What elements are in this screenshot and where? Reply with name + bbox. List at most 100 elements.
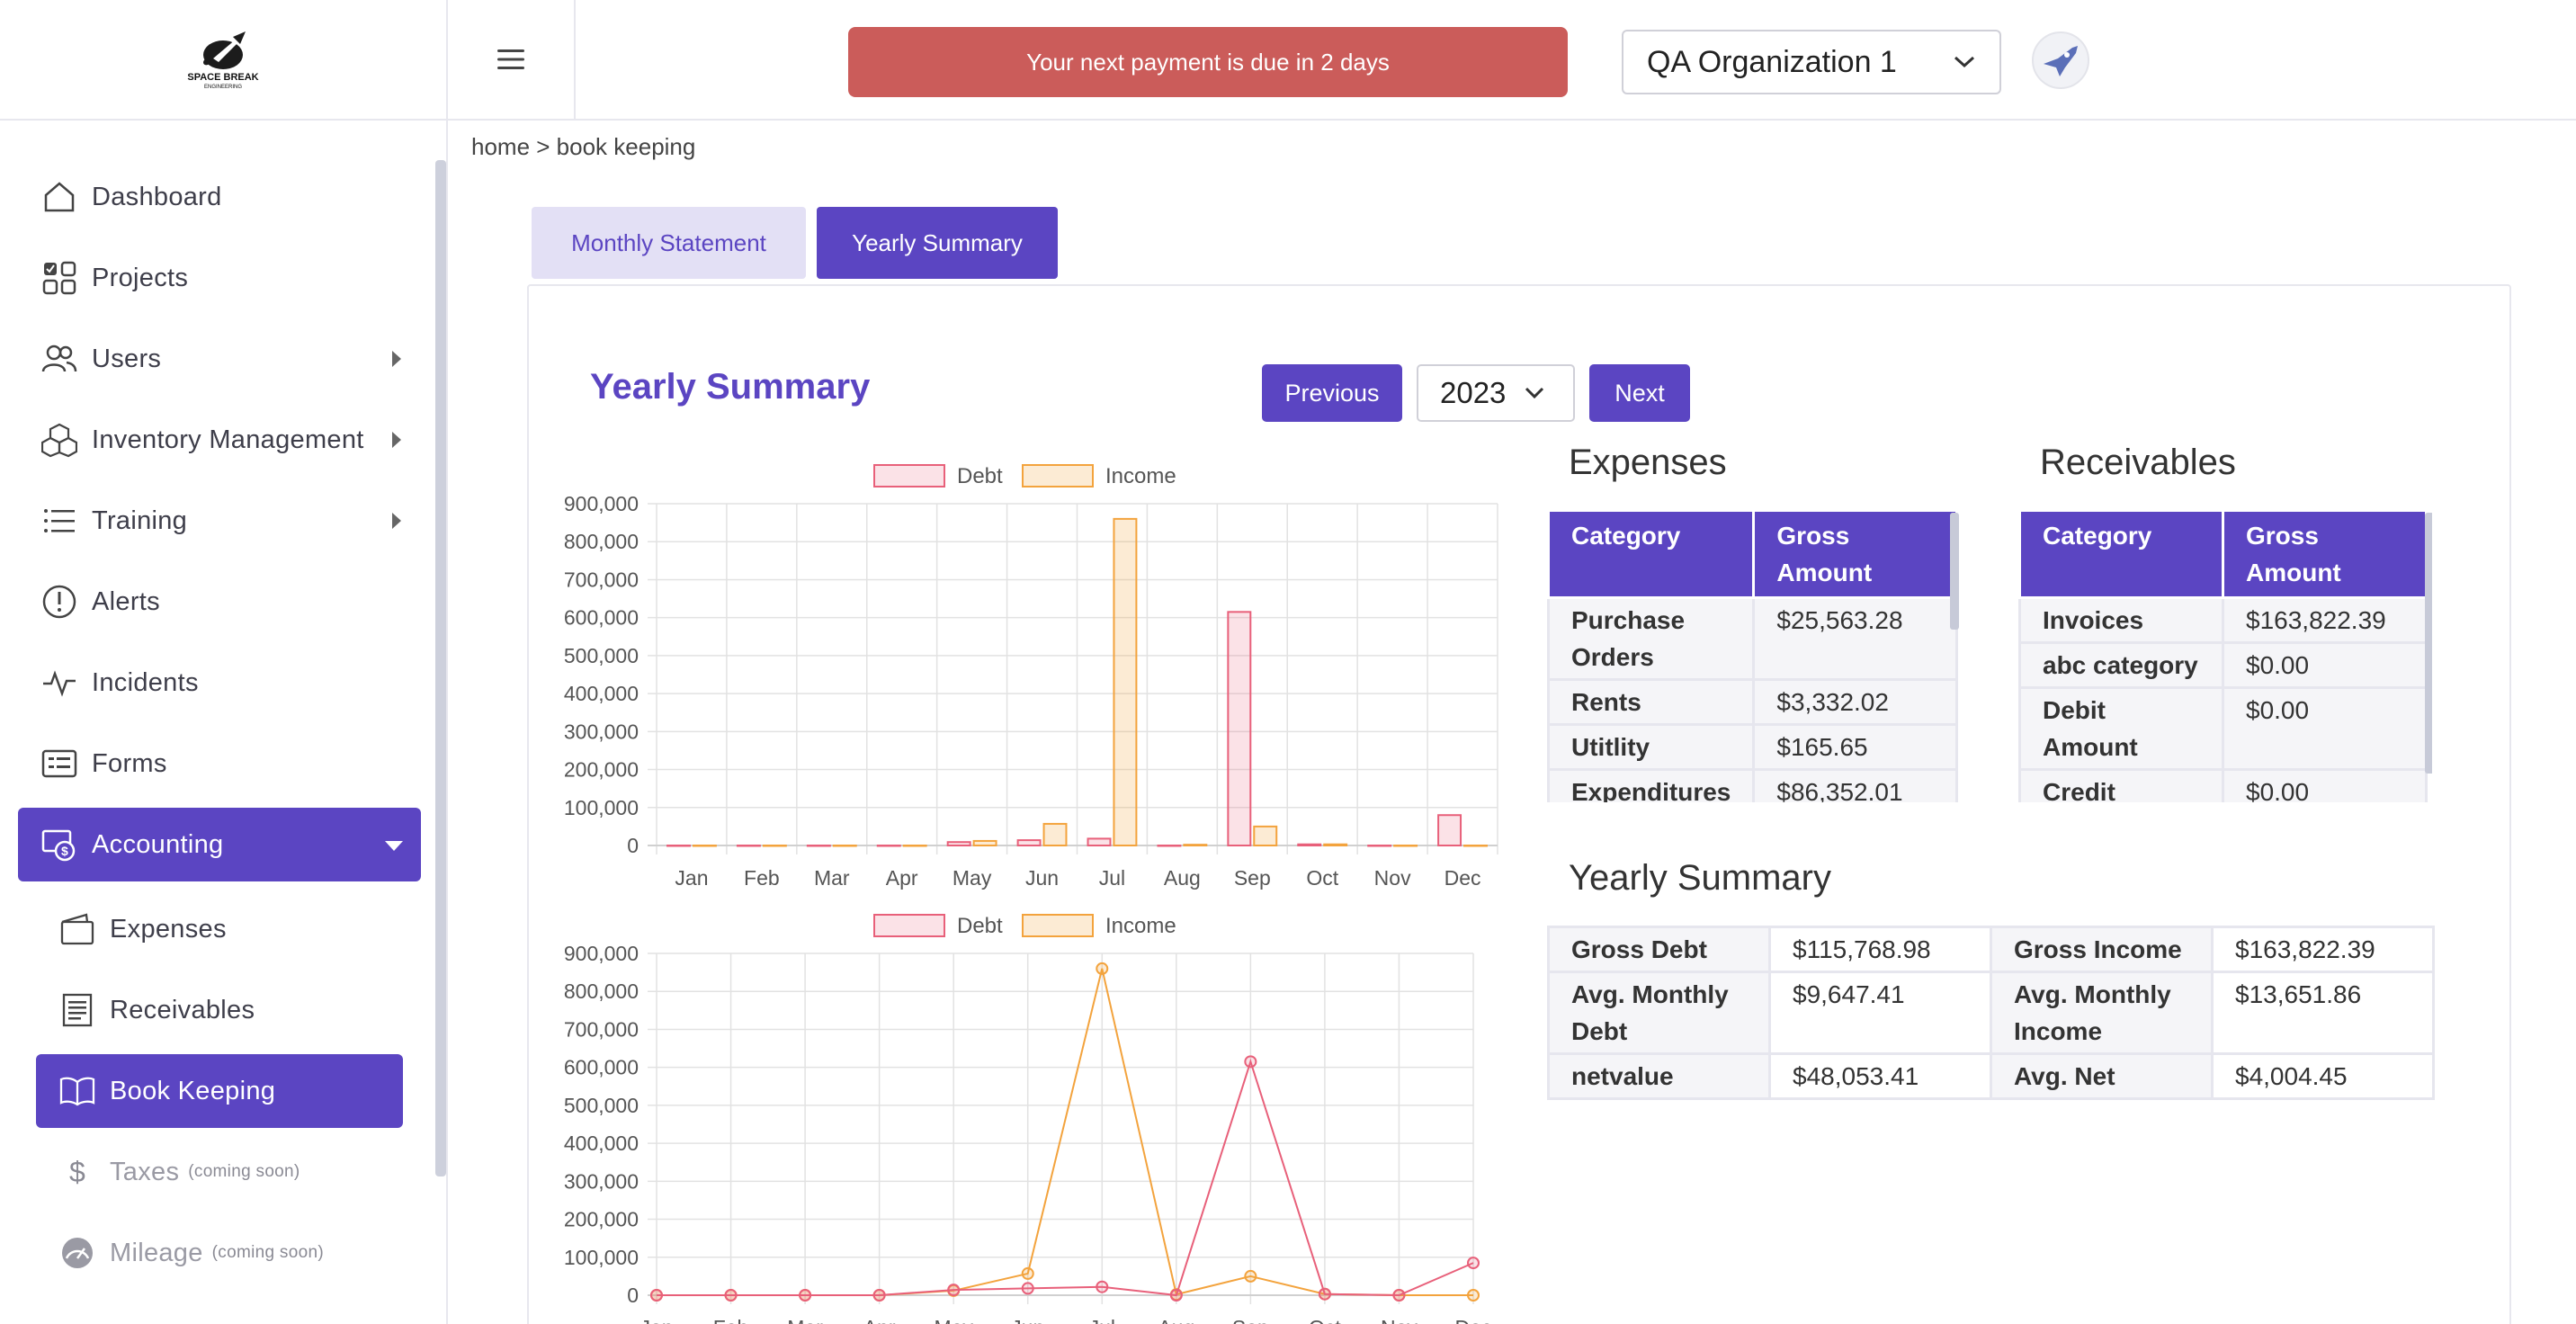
y-tick-label: 200,000 (564, 1208, 639, 1231)
x-tick-label: Jun (1011, 1316, 1044, 1324)
coming-soon-note: (coming soon) (211, 1243, 324, 1262)
bar (832, 845, 857, 847)
y-tick-label: 800,000 (564, 530, 639, 553)
table-cell: Utitlity (1547, 723, 1756, 771)
table-scrollbar[interactable] (2425, 513, 2432, 774)
sidebar-item-incidents[interactable]: Incidents (18, 646, 421, 720)
sidebar-scrollbar[interactable] (435, 160, 446, 1176)
sidebar-item-training[interactable]: Training (18, 484, 421, 558)
logo[interactable]: SPACE BREAK ENGINEERING (0, 0, 448, 121)
bar (1437, 814, 1462, 847)
data-point (1244, 1269, 1257, 1283)
table-cell: Gross Income (1990, 926, 2214, 973)
year-select-value: 2023 (1440, 376, 1507, 409)
y-tick-label: 800,000 (564, 980, 639, 1003)
table-cell: $3,332.02 (1752, 678, 1959, 726)
sidebar-item-label: Book Keeping (110, 1076, 276, 1105)
coming-soon-note: (coming soon) (188, 1162, 300, 1181)
sidebar-item-accounting[interactable]: $ Accounting (18, 808, 421, 881)
data-point (1169, 1289, 1183, 1302)
legend-swatch (1022, 464, 1094, 488)
organization-select-value: QA Organization 1 (1647, 44, 1897, 79)
chevron-down-icon (1954, 56, 1975, 68)
bar (806, 845, 831, 847)
x-tick-label: Jan (675, 866, 708, 890)
table-cell: Purchase Orders (1547, 596, 1756, 681)
user-avatar[interactable] (2032, 31, 2089, 89)
x-tick-label: Apr (863, 1316, 896, 1324)
column-header: Gross Amount (2222, 509, 2428, 599)
organization-select[interactable]: QA Organization 1 (1622, 30, 2001, 94)
legend-swatch (873, 914, 945, 937)
tab-monthly-statement[interactable]: Monthly Statement (532, 207, 806, 279)
svg-text:$: $ (69, 1156, 85, 1188)
table-cell: $4,004.45 (2211, 1052, 2435, 1100)
sidebar-subitem-mileage[interactable]: Mileage (coming soon) (36, 1216, 403, 1290)
table-scrollbar[interactable] (1950, 513, 1959, 630)
table-row: Debit Amount $0.00 (2018, 686, 2428, 771)
bar (1463, 845, 1488, 847)
menu-toggle-button[interactable] (448, 0, 576, 119)
year-select[interactable]: 2023 (1417, 364, 1575, 422)
payment-due-banner[interactable]: Your next payment is due in 2 days (848, 27, 1568, 97)
yearly-summary-table: Gross Debt $115,768.98 Gross Income $163… (1547, 926, 2435, 1100)
caret-down-icon (385, 841, 403, 851)
sidebar-item-projects[interactable]: Projects (18, 241, 421, 315)
y-tick-label: 300,000 (564, 720, 639, 743)
tab-yearly-summary[interactable]: Yearly Summary (817, 207, 1058, 279)
sidebar-item-alerts[interactable]: Alerts (18, 565, 421, 639)
x-tick-label: Dec (1445, 866, 1481, 890)
list-icon (40, 501, 79, 541)
sidebar-item-dashboard[interactable]: Dashboard (18, 160, 421, 234)
legend-label: Income (1105, 914, 1176, 938)
y-tick-label: 500,000 (564, 644, 639, 667)
x-tick-label: Oct (1306, 866, 1338, 890)
sidebar-item-forms[interactable]: Forms (18, 727, 421, 801)
sidebar-subitem-receivables[interactable]: Receivables (36, 973, 403, 1047)
table-header-row: Category Gross Amount (2018, 509, 2428, 599)
y-tick-label: 100,000 (564, 796, 639, 819)
book-icon (58, 1071, 97, 1111)
pulse-icon (40, 663, 79, 702)
receivables-table-container[interactable]: Category Gross Amount Invoices $163,822.… (2018, 509, 2432, 802)
table-cell: $86,352.01 (1752, 768, 1959, 802)
bar (666, 845, 691, 847)
sidebar-item-label: Mileage (110, 1238, 203, 1267)
y-tick-label: 400,000 (564, 1132, 639, 1155)
sidebar-subitem-expenses[interactable]: Expenses (36, 892, 403, 966)
table-cell: $163,822.39 (2211, 926, 2435, 973)
y-tick-label: 900,000 (564, 492, 639, 515)
bar (762, 845, 787, 847)
sidebar-item-users[interactable]: Users (18, 322, 421, 396)
next-year-button[interactable]: Next (1589, 364, 1690, 422)
caret-right-icon (392, 432, 401, 448)
table-cell: Avg. Monthly Debt (1547, 971, 1771, 1055)
sidebar-item-label: Expenses (110, 914, 227, 944)
y-tick-label: 0 (627, 1284, 639, 1307)
table-cell: Avg. Monthly Income (1990, 971, 2214, 1055)
expenses-table: Category Gross Amount Purchase Orders $2… (1547, 509, 1959, 802)
rocket-avatar-icon (2044, 46, 2078, 76)
sidebar-item-label: Alerts (92, 586, 160, 616)
x-tick-label: Aug (1164, 866, 1201, 890)
previous-year-button[interactable]: Previous (1262, 364, 1402, 422)
x-tick-label: Mar (787, 1316, 823, 1324)
data-point (1021, 1266, 1034, 1280)
sidebar-item-label: Forms (92, 748, 167, 778)
legend-swatch (1022, 914, 1094, 937)
y-tick-label: 400,000 (564, 682, 639, 705)
sidebar-subitem-taxes[interactable]: $ Taxes (coming soon) (36, 1135, 403, 1209)
y-tick-label: 900,000 (564, 942, 639, 965)
sidebar-subitem-book-keeping[interactable]: Book Keeping (36, 1054, 403, 1128)
data-point (872, 1289, 886, 1302)
data-point (1244, 1055, 1257, 1069)
x-tick-label: Jul (1099, 866, 1125, 890)
table-row: Expenditures $86,352.01 (1547, 768, 1959, 802)
table-cell: $165.65 (1752, 723, 1959, 771)
gauge-icon (58, 1233, 97, 1273)
table-row: Invoices $163,822.39 (2018, 596, 2428, 644)
page-title: Yearly Summary (590, 367, 871, 407)
sidebar-item-inventory-management[interactable]: Inventory Management (18, 403, 421, 477)
x-tick-label: Sep (1234, 866, 1271, 890)
expenses-table-container[interactable]: Category Gross Amount Purchase Orders $2… (1547, 509, 1961, 802)
